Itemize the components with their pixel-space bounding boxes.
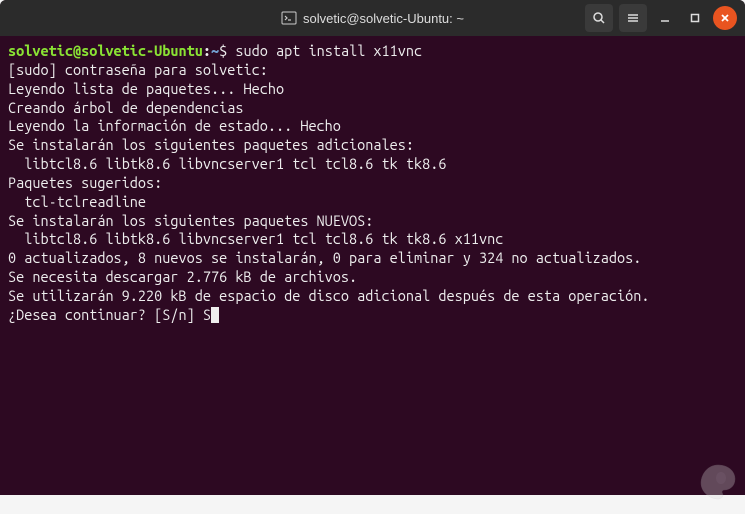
maximize-button[interactable] bbox=[683, 6, 707, 30]
output-line: Leyendo la información de estado... Hech… bbox=[8, 117, 737, 136]
output-line: tcl-tclreadline bbox=[8, 193, 737, 212]
titlebar: solvetic@solvetic-Ubuntu: ~ bbox=[0, 0, 745, 36]
output-line: Leyendo lista de paquetes... Hecho bbox=[8, 80, 737, 99]
watermark-icon bbox=[697, 461, 739, 508]
output-line: Paquetes sugeridos: bbox=[8, 174, 737, 193]
cursor bbox=[211, 307, 219, 323]
output-line: Se instalarán los siguientes paquetes NU… bbox=[8, 212, 737, 231]
output-line: libtcl8.6 libtk8.6 libvncserver1 tcl tcl… bbox=[8, 230, 737, 249]
output-line: [sudo] contraseña para solvetic: bbox=[8, 61, 737, 80]
search-button[interactable] bbox=[585, 4, 613, 32]
output-line: 0 actualizados, 8 nuevos se instalarán, … bbox=[8, 249, 737, 268]
terminal-icon bbox=[281, 10, 297, 26]
prompt-line: solvetic@solvetic-Ubuntu:~$ sudo apt ins… bbox=[8, 42, 737, 61]
menu-button[interactable] bbox=[619, 4, 647, 32]
command-text: sudo apt install x11vnc bbox=[235, 42, 422, 59]
output-line: Creando árbol de dependencias bbox=[8, 99, 737, 118]
window-title: solvetic@solvetic-Ubuntu: ~ bbox=[303, 11, 464, 26]
output-line: libtcl8.6 libtk8.6 libvncserver1 tcl tcl… bbox=[8, 155, 737, 174]
minimize-button[interactable] bbox=[653, 6, 677, 30]
output-line: Se utilizarán 9.220 kB de espacio de dis… bbox=[8, 287, 737, 306]
prompt-path: ~ bbox=[211, 42, 219, 59]
prompt-user-host: solvetic@solvetic-Ubuntu bbox=[8, 42, 203, 59]
window-title-area: solvetic@solvetic-Ubuntu: ~ bbox=[281, 10, 464, 26]
prompt-symbol: $ bbox=[219, 42, 227, 59]
continue-prompt-line: ¿Desea continuar? [S/n] S bbox=[8, 306, 737, 325]
output-line: Se instalarán los siguientes paquetes ad… bbox=[8, 136, 737, 155]
terminal-body[interactable]: solvetic@solvetic-Ubuntu:~$ sudo apt ins… bbox=[0, 36, 745, 331]
output-line: Se necesita descargar 2.776 kB de archiv… bbox=[8, 268, 737, 287]
terminal-window: solvetic@solvetic-Ubuntu: ~ solvetic@sol… bbox=[0, 0, 745, 495]
close-button[interactable] bbox=[713, 6, 737, 30]
